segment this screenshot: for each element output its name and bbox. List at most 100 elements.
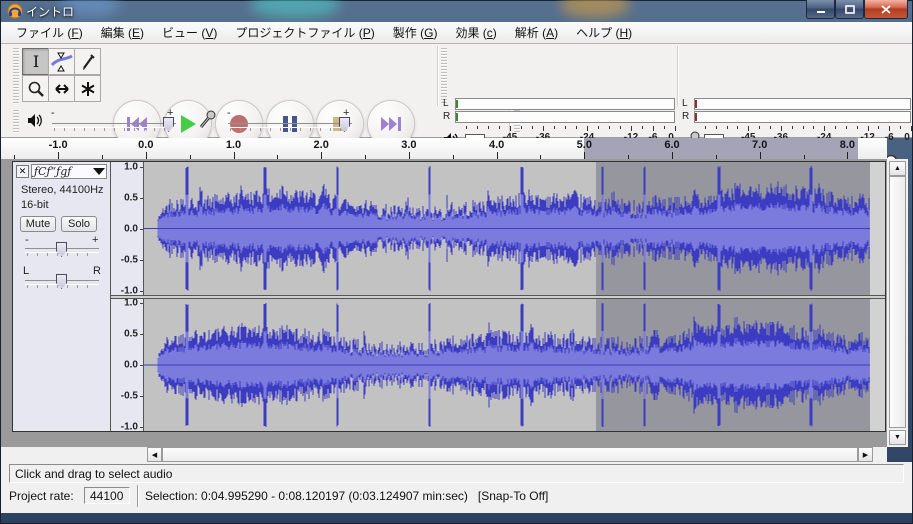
meter-scale-tick (554, 126, 555, 129)
ruler-label: 3.0 (401, 139, 416, 151)
minimize-button[interactable] (806, 0, 835, 19)
envelope-tool-button[interactable] (48, 48, 75, 75)
audio-track[interactable]: ✕ ƒCƒ“ƒgƒ Stereo, 44100Hz 16-bit Mute So… (12, 161, 886, 432)
timeshift-tool-button[interactable] (48, 75, 75, 102)
vruler-tick (140, 167, 143, 168)
vruler-tick (140, 291, 143, 292)
track-control-panel[interactable]: ✕ ƒCƒ“ƒgƒ Stereo, 44100Hz 16-bit Mute So… (13, 162, 111, 431)
audacity-logo-icon (7, 3, 23, 19)
meter-scale-label: 0 (904, 132, 910, 143)
timeline-ruler[interactable]: -1.00.01.02.03.04.05.06.07.08.0 (1, 138, 887, 161)
menu-bar: ファイル (F)編集 (E)ビュー (V)プロジェクトファイル (P)製作 (G… (1, 22, 912, 44)
waveform-left-channel[interactable] (144, 162, 885, 295)
ruler-tick (760, 152, 761, 159)
pan-left: L (23, 265, 29, 277)
menu-item-4[interactable]: 製作 (G) (384, 22, 447, 43)
vertical-ruler-right[interactable]: 1.00.50.0-0.5-1.0 (111, 299, 144, 431)
meter-scale-tick (846, 126, 847, 129)
vertical-scrollbar[interactable]: ▲ ▼ (887, 159, 908, 447)
track-area[interactable]: ✕ ƒCƒ“ƒgƒ Stereo, 44100Hz 16-bit Mute So… (1, 159, 887, 447)
selection-tool-button[interactable]: I (22, 48, 49, 75)
ruler-tick (146, 152, 147, 159)
meter-scale-tick (488, 126, 489, 129)
scroll-right-icon[interactable]: ▶ (858, 447, 873, 462)
vruler-tick (140, 334, 143, 335)
vertical-ruler-left[interactable]: 1.00.50.0-0.5-1.0 (111, 162, 144, 295)
meter-scale-tick (835, 126, 836, 129)
meter-scale-tick (911, 126, 912, 131)
track-close-button[interactable]: ✕ (16, 165, 29, 178)
input-slider-ticks (230, 128, 350, 131)
ruler-tick (672, 152, 673, 159)
meter-scale-tick (727, 126, 728, 129)
vruler-tick (140, 365, 143, 366)
selection-info: Selection: 0:04.995290 - 0:08.120197 (0:… (145, 489, 548, 503)
meter-scale-tick (609, 126, 610, 129)
menu-item-2[interactable]: ビュー (V) (153, 22, 226, 43)
meter-zero-tick (456, 100, 458, 108)
scroll-down-icon[interactable]: ▼ (889, 430, 906, 445)
scroll-up-icon[interactable]: ▲ (889, 161, 906, 176)
meter-scale-tick (716, 126, 717, 129)
microphone-icon (199, 110, 217, 130)
gain-max: + (92, 234, 98, 246)
vruler-label: 1.0 (124, 298, 138, 309)
meter-scale-tick (759, 126, 760, 129)
ruler-tick (234, 152, 235, 159)
vruler-tick (140, 260, 143, 261)
maximize-button[interactable] (835, 0, 864, 19)
menu-item-7[interactable]: ヘルプ (H) (567, 22, 641, 43)
meter-scale-tick (631, 126, 632, 131)
meter-scale-tick (565, 126, 566, 129)
close-button[interactable] (864, 0, 908, 19)
draw-tool-button[interactable] (74, 48, 101, 75)
multi-tool-button[interactable] (74, 75, 101, 102)
meter-scale-tick (576, 126, 577, 129)
meter-scale-tick (748, 126, 749, 131)
vruler-tick (140, 229, 143, 230)
solo-button[interactable]: Solo (61, 216, 97, 232)
mixer-toolbar-grip[interactable] (13, 110, 19, 134)
meter-zero-tick (695, 113, 697, 121)
track-bitdepth: 16-bit (21, 199, 49, 211)
title-bar[interactable]: イントロ (0, 0, 913, 22)
meter-scale-tick (868, 126, 869, 131)
zoom-tool-button[interactable] (22, 75, 49, 102)
ruler-label: 5.0 (577, 139, 592, 151)
horizontal-scrollbar[interactable]: ◀ ▶ (1, 447, 887, 462)
waveform-right-channel[interactable] (144, 299, 885, 431)
project-rate-value[interactable]: 44100 (84, 487, 130, 504)
menu-item-3[interactable]: プロジェクトファイル (P) (226, 22, 383, 43)
scroll-left-icon[interactable]: ◀ (147, 447, 162, 462)
vruler-label: 0.5 (124, 192, 138, 203)
meter-zero-tick (695, 100, 697, 108)
meter-scale-tick (598, 126, 599, 129)
vruler-tick (140, 396, 143, 397)
ruler-label: 4.0 (489, 139, 504, 151)
vruler-tick (140, 427, 143, 428)
ruler-label: 8.0 (840, 139, 855, 151)
meter-scale-tick (889, 126, 890, 131)
vertical-scroll-thumb[interactable] (889, 176, 906, 428)
menu-item-6[interactable]: 解析 (A) (506, 22, 567, 43)
mute-button[interactable]: Mute (20, 216, 56, 232)
vruler-tick (140, 198, 143, 199)
pan-right: R (93, 265, 101, 277)
menu-item-0[interactable]: ファイル (F) (7, 22, 92, 43)
statusbar-divider (137, 485, 138, 507)
output-slider-ticks (54, 128, 174, 131)
status-message: Click and drag to select audio (9, 464, 904, 483)
meter-channel-label: L (682, 98, 688, 109)
menu-item-1[interactable]: 編集 (E) (92, 22, 153, 43)
menu-item-5[interactable]: 効果 (c) (446, 22, 505, 43)
ruler-tick (58, 152, 59, 159)
meter-scale-tick (737, 126, 738, 129)
horizontal-scroll-thumb[interactable] (162, 447, 858, 462)
input-slider-min: - (227, 107, 231, 119)
tools-toolbar-grip[interactable] (13, 48, 19, 104)
meter-scale-tick (587, 126, 588, 131)
track-menu-icon[interactable] (93, 168, 105, 175)
meter-channel-label: R (443, 111, 450, 122)
svg-text:I: I (32, 52, 38, 71)
ruler-tick (321, 152, 322, 159)
